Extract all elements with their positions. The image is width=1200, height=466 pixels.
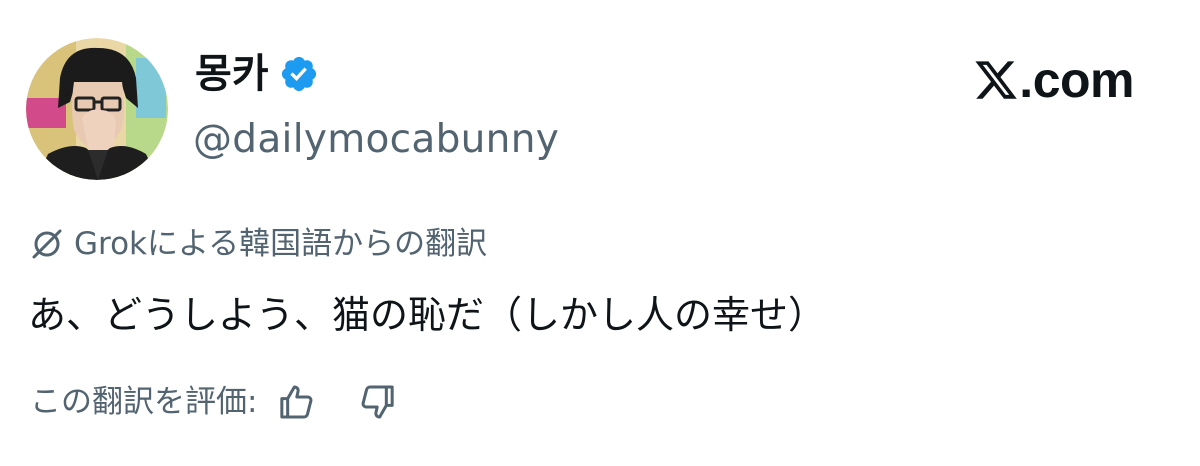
translated-post-text: あ、どうしよう、猫の恥だ（しかし人の幸せ） <box>28 293 827 337</box>
brand-logo: .com <box>973 52 1134 108</box>
display-name-row[interactable]: 몽카 <box>195 44 319 104</box>
thumbs-down-icon <box>362 385 395 419</box>
grok-icon <box>30 227 64 261</box>
thumbs-up-icon <box>280 385 313 419</box>
rate-label: この翻訳を評価: <box>30 384 258 420</box>
thumbs-up-button[interactable] <box>273 379 319 425</box>
verified-badge-icon <box>279 54 319 94</box>
display-name[interactable]: 몽카 <box>195 44 269 104</box>
translation-label: Grokによる韓国語からの翻訳 <box>74 226 488 262</box>
translation-source: Grokによる韓国語からの翻訳 <box>30 220 487 268</box>
post-card: 몽카 @dailymocabunny .com Grokによる韓国語からの翻訳 <box>0 0 1200 466</box>
avatar[interactable] <box>26 38 168 180</box>
rate-translation: この翻訳を評価: <box>30 376 401 428</box>
thumbs-down-button[interactable] <box>355 379 401 425</box>
x-logo-icon <box>973 57 1019 103</box>
brand-suffix: .com <box>1019 52 1134 108</box>
user-handle[interactable]: @dailymocabunny <box>193 114 559 166</box>
avatar-image <box>26 38 168 180</box>
